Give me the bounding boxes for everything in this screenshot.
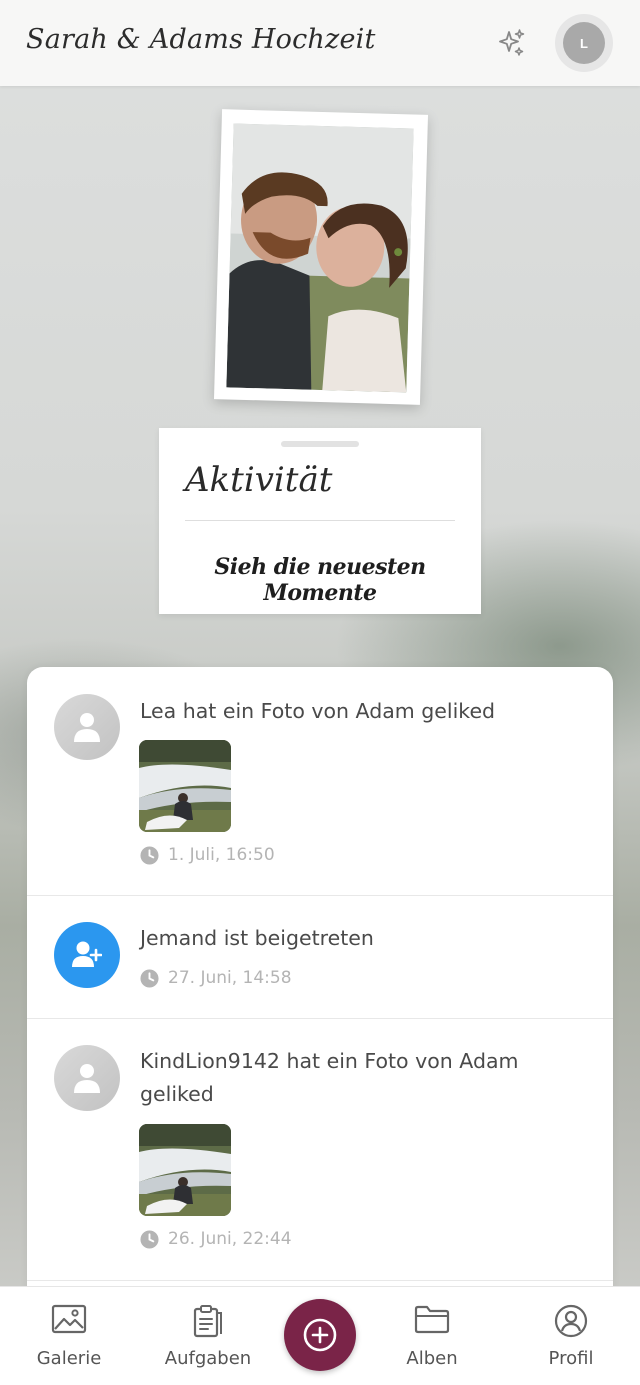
- nav-label: Aufgaben: [164, 1348, 252, 1369]
- couple-photo-polaroid[interactable]: [213, 109, 429, 405]
- nav-profil[interactable]: Profil: [511, 1287, 631, 1385]
- timestamp: 27. Juni, 14:58: [140, 967, 292, 989]
- liked-photo-thumbnail[interactable]: [139, 1124, 231, 1216]
- nav-alben[interactable]: Alben: [372, 1287, 492, 1385]
- plus-circle-icon: [303, 1318, 337, 1352]
- drag-handle[interactable]: [281, 441, 359, 447]
- liked-photo-thumbnail[interactable]: [139, 740, 231, 832]
- sparkles-icon[interactable]: [496, 27, 528, 59]
- timestamp-text: 26. Juni, 22:44: [168, 1229, 292, 1249]
- profile-avatar-button[interactable]: L: [555, 14, 613, 72]
- feed-item[interactable]: KindLion9142 hat ein Foto von Adam gelik…: [27, 1019, 613, 1281]
- feed-item-text: Jemand ist beigetreten: [140, 926, 374, 950]
- nav-label: Profil: [548, 1348, 594, 1369]
- activity-header-card: Aktivität Sieh die neuesten Momente: [159, 428, 481, 614]
- feed-item[interactable]: Jemand ist beigetreten 27. Juni, 14:58: [27, 896, 613, 1019]
- user-circle-icon: [554, 1304, 588, 1338]
- add-button[interactable]: [284, 1299, 356, 1371]
- user-icon: [74, 713, 100, 742]
- timestamp: 1. Juli, 16:50: [140, 844, 275, 866]
- user-avatar: [54, 1045, 120, 1111]
- couple-photo: [226, 123, 414, 393]
- timestamp-text: 1. Juli, 16:50: [168, 845, 275, 865]
- avatar-initial: L: [563, 22, 605, 64]
- clipboard-icon: [193, 1305, 222, 1338]
- timestamp-text: 27. Juni, 14:58: [168, 968, 292, 988]
- clock-icon: [140, 1229, 159, 1249]
- clock-icon: [140, 968, 159, 988]
- app-header: Sarah & Adams Hochzeit L: [0, 0, 640, 86]
- app-title: Sarah & Adams Hochzeit: [26, 24, 376, 55]
- user-avatar: [54, 694, 120, 760]
- divider: [185, 520, 455, 521]
- timestamp: 26. Juni, 22:44: [140, 1228, 292, 1250]
- nav-label: Alben: [406, 1348, 458, 1369]
- feed-item-text: Lea hat ein Foto von Adam geliked: [140, 699, 496, 723]
- join-avatar: [54, 922, 120, 988]
- activity-feed: Lea hat ein Foto von Adam geliked 1. Jul…: [27, 667, 613, 1307]
- user-icon: [74, 1064, 100, 1093]
- feed-item-text: KindLion9142 hat ein Foto von Adam gelik…: [140, 1049, 519, 1106]
- nav-label: Galerie: [36, 1348, 102, 1369]
- folder-icon: [414, 1305, 450, 1334]
- activity-subtitle: Sieh die neuesten Momente: [214, 554, 426, 606]
- clock-icon: [140, 845, 159, 865]
- nav-aufgaben[interactable]: Aufgaben: [148, 1287, 268, 1385]
- feed-item[interactable]: Lea hat ein Foto von Adam geliked 1. Jul…: [27, 667, 613, 896]
- image-icon: [51, 1304, 87, 1334]
- nav-galerie[interactable]: Galerie: [9, 1287, 129, 1385]
- user-plus-icon: [72, 941, 102, 967]
- activity-title: Aktivität: [185, 460, 333, 500]
